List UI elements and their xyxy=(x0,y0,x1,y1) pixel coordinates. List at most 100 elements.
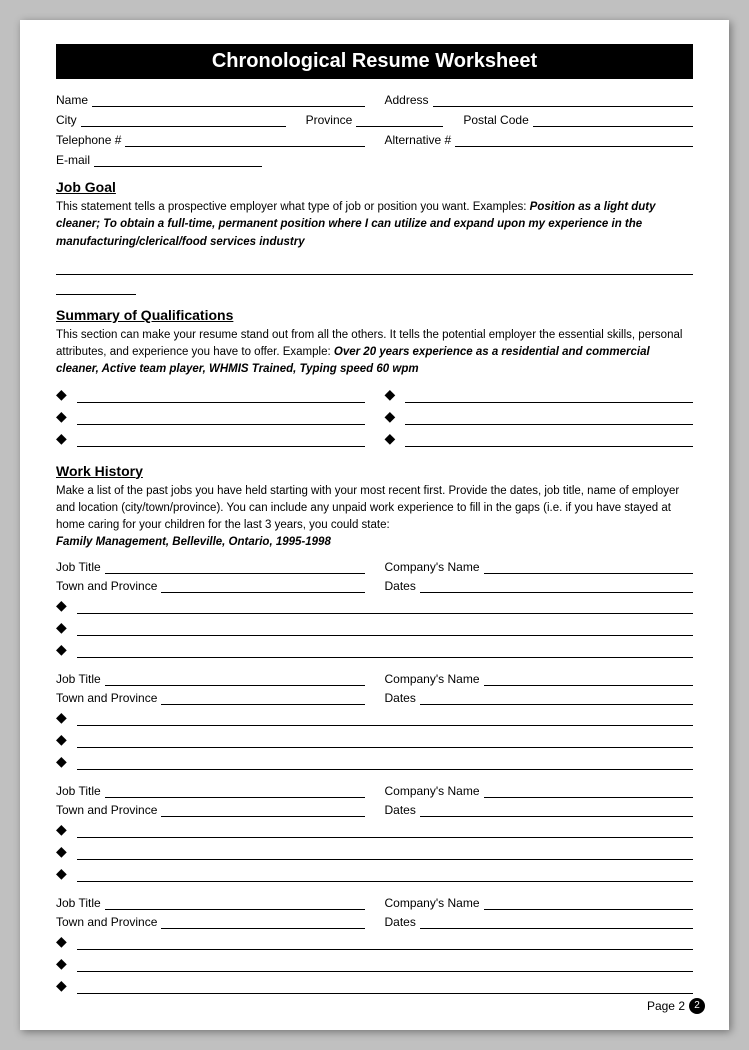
town-3-line[interactable] xyxy=(161,801,364,817)
work-1-line-3[interactable] xyxy=(77,640,693,658)
dates-1-group: Dates xyxy=(385,577,694,593)
work-1-bullet-2: ◆ xyxy=(56,618,693,636)
city-line[interactable] xyxy=(81,111,286,127)
town-1-line[interactable] xyxy=(161,577,364,593)
bullet-icon-w1-2: ◆ xyxy=(56,620,67,636)
work-2-line-3[interactable] xyxy=(77,752,693,770)
town-3-label: Town and Province xyxy=(56,803,157,817)
qual-line-4[interactable] xyxy=(405,385,693,403)
name-label: Name xyxy=(56,93,88,107)
name-line[interactable] xyxy=(92,91,364,107)
job-goal-line-2[interactable] xyxy=(56,277,136,295)
company-2-line[interactable] xyxy=(484,670,694,686)
job-title-1-group: Job Title xyxy=(56,558,365,574)
work-entry-4-row1: Job Title Company's Name xyxy=(56,894,693,910)
job-title-2-line[interactable] xyxy=(105,670,365,686)
alternative-line[interactable] xyxy=(455,131,693,147)
work-3-line-1[interactable] xyxy=(77,820,693,838)
work-2-line-1[interactable] xyxy=(77,708,693,726)
work-3-line-2[interactable] xyxy=(77,842,693,860)
address-line[interactable] xyxy=(433,91,693,107)
company-1-line[interactable] xyxy=(484,558,694,574)
work-entry-2-row2: Town and Province Dates xyxy=(56,689,693,705)
job-title-1-line[interactable] xyxy=(105,558,365,574)
work-3-line-3[interactable] xyxy=(77,864,693,882)
province-label: Province xyxy=(306,113,353,127)
email-line[interactable] xyxy=(94,151,262,167)
work-1-line-1[interactable] xyxy=(77,596,693,614)
qual-bullet-row-1: ◆ xyxy=(56,385,365,403)
work-history-body: Make a list of the past jobs you have he… xyxy=(56,483,693,552)
company-2-label: Company's Name xyxy=(385,672,480,686)
job-goal-title: Job Goal xyxy=(56,179,693,195)
page-title: Chronological Resume Worksheet xyxy=(56,44,693,79)
page-number-circle: 2 xyxy=(689,998,705,1014)
work-2-bullet-2: ◆ xyxy=(56,730,693,748)
work-1-bullet-1: ◆ xyxy=(56,596,693,614)
work-1-line-2[interactable] xyxy=(77,618,693,636)
company-4-line[interactable] xyxy=(484,894,694,910)
town-2-line[interactable] xyxy=(161,689,364,705)
bullet-icon-w2-2: ◆ xyxy=(56,732,67,748)
work-history-title: Work History xyxy=(56,463,693,479)
bullet-icon-2: ◆ xyxy=(56,409,67,425)
dates-4-line[interactable] xyxy=(420,913,693,929)
bullet-icon-w4-3: ◆ xyxy=(56,978,67,994)
job-goal-body: This statement tells a prospective emplo… xyxy=(56,199,693,251)
dates-1-line[interactable] xyxy=(420,577,693,593)
job-title-4-label: Job Title xyxy=(56,896,101,910)
company-1-label: Company's Name xyxy=(385,560,480,574)
qual-line-2[interactable] xyxy=(77,407,365,425)
company-1-group: Company's Name xyxy=(385,558,694,574)
postal-label: Postal Code xyxy=(463,113,528,127)
summary-title: Summary of Qualifications xyxy=(56,307,693,323)
dates-2-line[interactable] xyxy=(420,689,693,705)
bullet-icon-5: ◆ xyxy=(385,409,396,425)
telephone-alternative-row: Telephone # Alternative # xyxy=(56,131,693,147)
job-title-4-line[interactable] xyxy=(105,894,365,910)
work-4-line-1[interactable] xyxy=(77,932,693,950)
postal-field-group: Postal Code xyxy=(463,111,693,127)
dates-4-group: Dates xyxy=(385,913,694,929)
qual-line-1[interactable] xyxy=(77,385,365,403)
bullet-icon-w1-3: ◆ xyxy=(56,642,67,658)
work-4-bullet-3: ◆ xyxy=(56,976,693,994)
work-entry-1-row1: Job Title Company's Name xyxy=(56,558,693,574)
alternative-field-group: Alternative # xyxy=(385,131,694,147)
telephone-label: Telephone # xyxy=(56,133,121,147)
page-number: 2 xyxy=(694,1000,700,1011)
job-goal-line-1[interactable] xyxy=(56,257,693,275)
job-title-1-label: Job Title xyxy=(56,560,101,574)
dates-2-label: Dates xyxy=(385,691,416,705)
company-3-line[interactable] xyxy=(484,782,694,798)
summary-body: This section can make your resume stand … xyxy=(56,327,693,379)
job-title-3-line[interactable] xyxy=(105,782,365,798)
dates-3-line[interactable] xyxy=(420,801,693,817)
bullet-icon-w2-1: ◆ xyxy=(56,710,67,726)
qual-line-5[interactable] xyxy=(405,407,693,425)
name-field-group: Name xyxy=(56,91,365,107)
job-title-2-label: Job Title xyxy=(56,672,101,686)
qual-bullet-row-2: ◆ xyxy=(56,407,365,425)
city-field-group: City xyxy=(56,111,286,127)
work-entry-4-row2: Town and Province Dates xyxy=(56,913,693,929)
company-2-group: Company's Name xyxy=(385,670,694,686)
postal-line[interactable] xyxy=(533,111,693,127)
work-4-line-2[interactable] xyxy=(77,954,693,972)
work-entry-1: Job Title Company's Name Town and Provin… xyxy=(56,558,693,658)
town-4-line[interactable] xyxy=(161,913,364,929)
work-4-line-3[interactable] xyxy=(77,976,693,994)
bullet-icon-w3-2: ◆ xyxy=(56,844,67,860)
bullet-icon-w4-1: ◆ xyxy=(56,934,67,950)
telephone-line[interactable] xyxy=(125,131,364,147)
work-1-bullet-3: ◆ xyxy=(56,640,693,658)
company-4-label: Company's Name xyxy=(385,896,480,910)
qual-line-6[interactable] xyxy=(405,429,693,447)
work-3-bullet-2: ◆ xyxy=(56,842,693,860)
work-4-bullet-1: ◆ xyxy=(56,932,693,950)
qual-line-3[interactable] xyxy=(77,429,365,447)
job-goal-lines xyxy=(56,257,693,295)
province-line[interactable] xyxy=(356,111,443,127)
bullet-icon-w3-3: ◆ xyxy=(56,866,67,882)
work-2-line-2[interactable] xyxy=(77,730,693,748)
